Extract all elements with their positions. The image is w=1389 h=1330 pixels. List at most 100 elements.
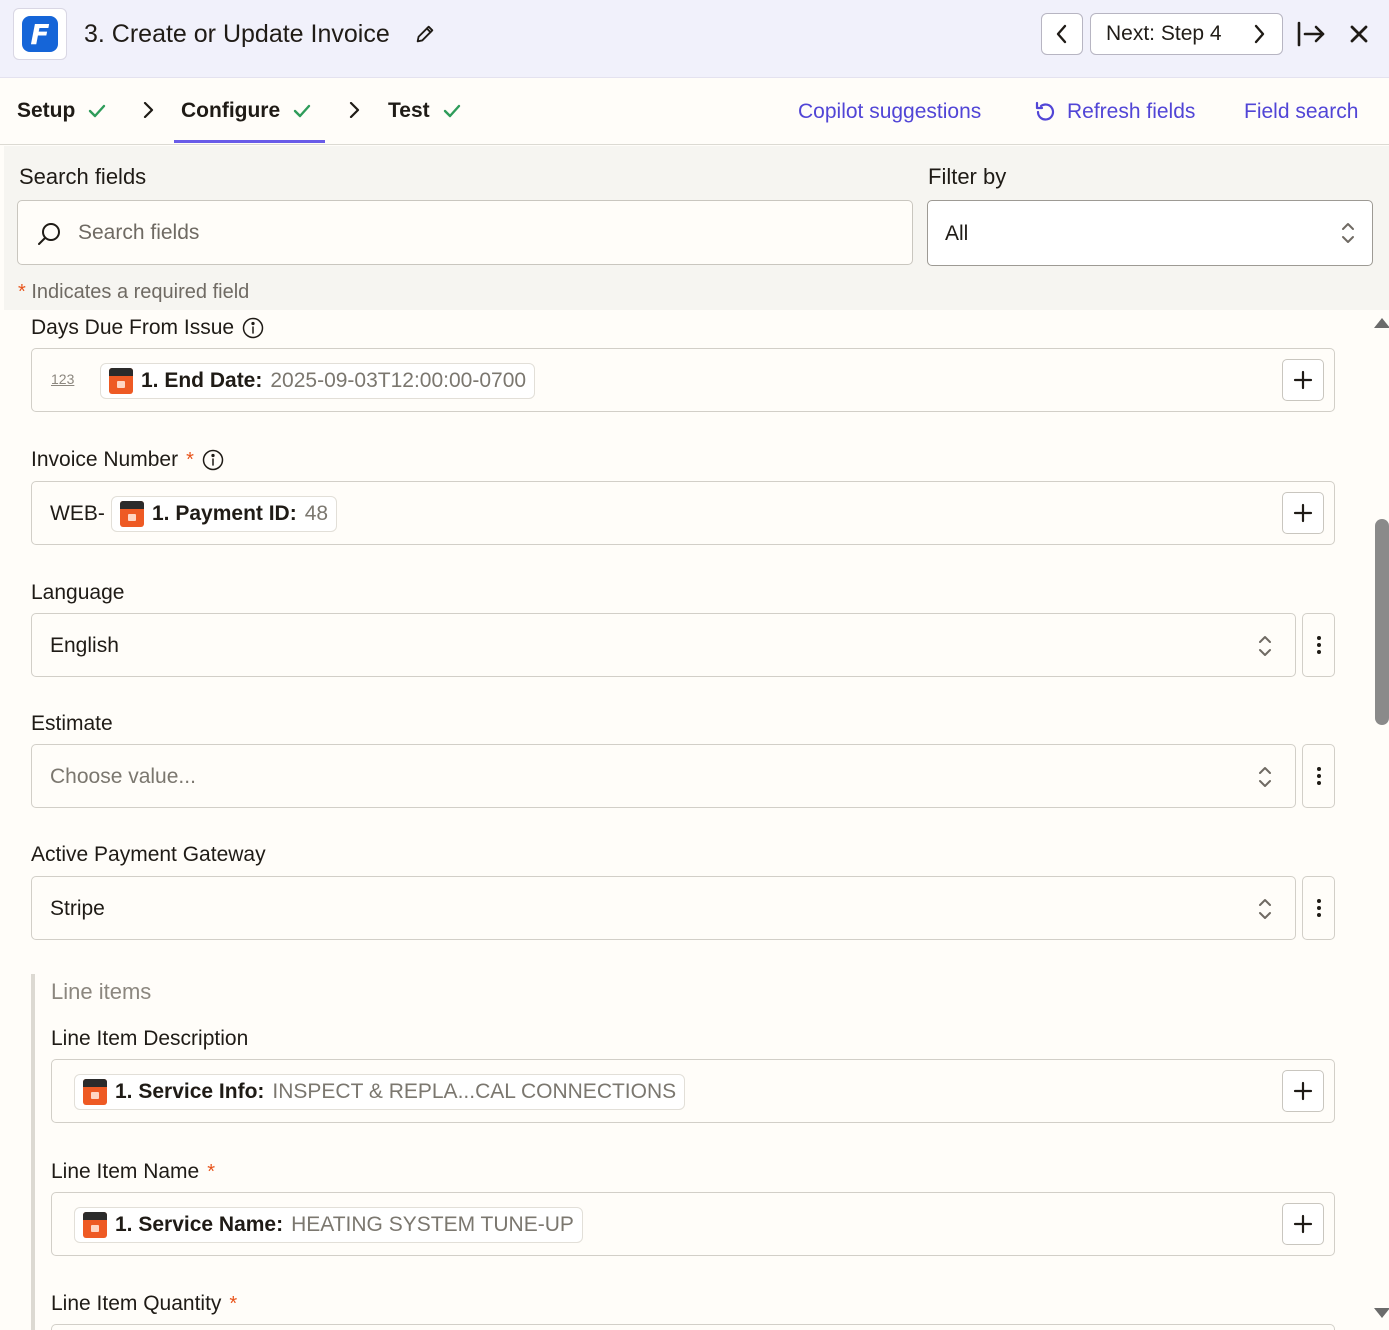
invoice-prefix: WEB- (50, 502, 105, 525)
plus-icon (1293, 503, 1313, 523)
payment-gateway-value: Stripe (50, 897, 105, 920)
tab-setup[interactable]: Setup (17, 99, 107, 123)
field-search-link[interactable]: Field search (1244, 100, 1358, 124)
refresh-fields-button[interactable]: Refresh fields (1033, 100, 1195, 124)
required-asterisk: * (207, 1160, 216, 1183)
language-label-text: Language (31, 581, 125, 604)
scroll-down-arrow[interactable] (1374, 1308, 1389, 1318)
search-placeholder: Search fields (78, 221, 200, 244)
close-icon[interactable] (1348, 23, 1370, 45)
payment-gateway-label-text: Active Payment Gateway (31, 843, 266, 866)
invoice-number-input[interactable]: WEB- 1. Payment ID: 48 (31, 481, 1335, 545)
mapped-token[interactable]: 1. Service Name: HEATING SYSTEM TUNE-UP (74, 1207, 583, 1243)
mapped-token[interactable]: 1. Payment ID: 48 (111, 496, 338, 532)
check-icon (443, 104, 460, 118)
scroll-up-arrow[interactable] (1374, 318, 1389, 328)
filter-value: All (945, 222, 969, 245)
filter-by-label: Filter by (928, 164, 1007, 189)
line-item-description-label: Line Item Description (51, 1027, 248, 1051)
chevron-left-icon (1056, 24, 1067, 44)
refresh-icon (1035, 101, 1055, 121)
required-asterisk: * (18, 281, 26, 303)
insert-data-button[interactable] (1282, 492, 1324, 534)
required-note-text: Indicates a required field (31, 281, 250, 303)
estimate-label: Estimate (31, 712, 113, 736)
search-input[interactable]: Search fields (17, 200, 913, 265)
insert-data-button[interactable] (1282, 1203, 1324, 1245)
filter-select[interactable]: All (927, 200, 1373, 266)
vertical-dots-icon (1316, 767, 1321, 785)
check-icon (293, 104, 311, 118)
language-select[interactable]: English (31, 613, 1296, 677)
line-item-name-label-text: Line Item Name (51, 1160, 200, 1183)
expand-panel-icon[interactable] (1296, 20, 1326, 48)
days-due-label: Days Due From Issue (31, 316, 264, 340)
payment-gateway-select[interactable]: Stripe (31, 876, 1296, 940)
previous-step-button[interactable] (1041, 13, 1083, 55)
updown-chevron-icon (1342, 223, 1354, 243)
bookly-app-icon (109, 368, 133, 394)
info-icon[interactable] (202, 449, 224, 471)
tab-setup-label: Setup (17, 99, 76, 122)
copilot-suggestions-label: Copilot suggestions (798, 100, 982, 123)
plus-icon (1293, 1081, 1313, 1101)
token-value: HEATING SYSTEM TUNE-UP (291, 1213, 574, 1236)
field-search-label: Field search (1244, 100, 1359, 123)
line-items-title: Line items (51, 979, 152, 1004)
line-item-quantity-label-text: Line Item Quantity (51, 1292, 222, 1315)
search-fields-label: Search fields (19, 164, 147, 189)
line-items-group-bar (31, 974, 35, 1330)
token-value: INSPECT & REPLA...CAL CONNECTIONS (272, 1080, 677, 1103)
payment-gateway-label: Active Payment Gateway (31, 843, 266, 867)
required-asterisk: * (229, 1292, 238, 1315)
estimate-placeholder: Choose value... (50, 765, 196, 788)
insert-data-button[interactable] (1282, 359, 1324, 401)
token-value: 48 (304, 502, 329, 525)
token-key: 1. Service Info: (115, 1080, 265, 1103)
line-item-description-label-text: Line Item Description (51, 1027, 249, 1050)
updown-chevron-icon (1259, 767, 1271, 787)
plus-icon (1293, 1214, 1313, 1234)
days-due-label-text: Days Due From Issue (31, 316, 235, 339)
tab-test[interactable]: Test (388, 99, 462, 123)
tab-test-label: Test (388, 99, 430, 122)
bookly-app-icon (120, 501, 144, 527)
active-tab-indicator (174, 140, 325, 143)
language-label: Language (31, 581, 124, 605)
next-step-button[interactable]: Next: Step 4 (1090, 13, 1283, 55)
bookly-app-icon (83, 1212, 107, 1238)
step-tabs: Setup Configure Test Copilot suggestions… (0, 78, 1389, 145)
line-item-name-input[interactable]: 1. Service Name: HEATING SYSTEM TUNE-UP (51, 1192, 1335, 1256)
chevron-right-icon (143, 102, 154, 118)
app-logo-letter: F (22, 16, 58, 52)
app-logo: F (13, 8, 67, 60)
number-type-icon: 123 (51, 371, 75, 387)
bookly-app-icon (83, 1079, 107, 1105)
more-options-button[interactable] (1302, 744, 1335, 808)
copilot-suggestions-link[interactable]: Copilot suggestions (798, 100, 981, 124)
vertical-dots-icon (1316, 636, 1321, 654)
more-options-button[interactable] (1302, 876, 1335, 940)
next-step-label: Next: Step 4 (1106, 22, 1222, 45)
estimate-select[interactable]: Choose value... (31, 744, 1296, 808)
search-icon (38, 223, 60, 245)
step-header: F 3. Create or Update Invoice Next: Step… (0, 0, 1389, 78)
line-item-description-input[interactable]: 1. Service Info: INSPECT & REPLA...CAL CO… (51, 1059, 1335, 1123)
more-options-button[interactable] (1302, 613, 1335, 677)
mapped-token[interactable]: 1. Service Info: INSPECT & REPLA...CAL CO… (74, 1074, 686, 1110)
updown-chevron-icon (1259, 636, 1271, 656)
line-item-quantity-label: Line Item Quantity * (51, 1292, 237, 1316)
info-icon[interactable] (242, 317, 264, 339)
chevron-right-icon (349, 102, 360, 118)
line-item-quantity-input[interactable] (51, 1324, 1335, 1330)
insert-data-button[interactable] (1282, 1070, 1324, 1112)
token-value: 2025-09-03T12:00:00-0700 (270, 369, 527, 392)
days-due-input[interactable]: 123 1. End Date: 2025-09-03T12:00:00-0700 (31, 348, 1335, 412)
tab-configure[interactable]: Configure (181, 99, 312, 123)
tab-configure-label: Configure (181, 99, 281, 122)
scrollbar-thumb[interactable] (1375, 519, 1389, 725)
chevron-right-icon (1254, 24, 1265, 44)
pencil-icon[interactable] (414, 23, 436, 45)
mapped-token[interactable]: 1. End Date: 2025-09-03T12:00:00-0700 (100, 363, 536, 399)
updown-chevron-icon (1259, 899, 1271, 919)
